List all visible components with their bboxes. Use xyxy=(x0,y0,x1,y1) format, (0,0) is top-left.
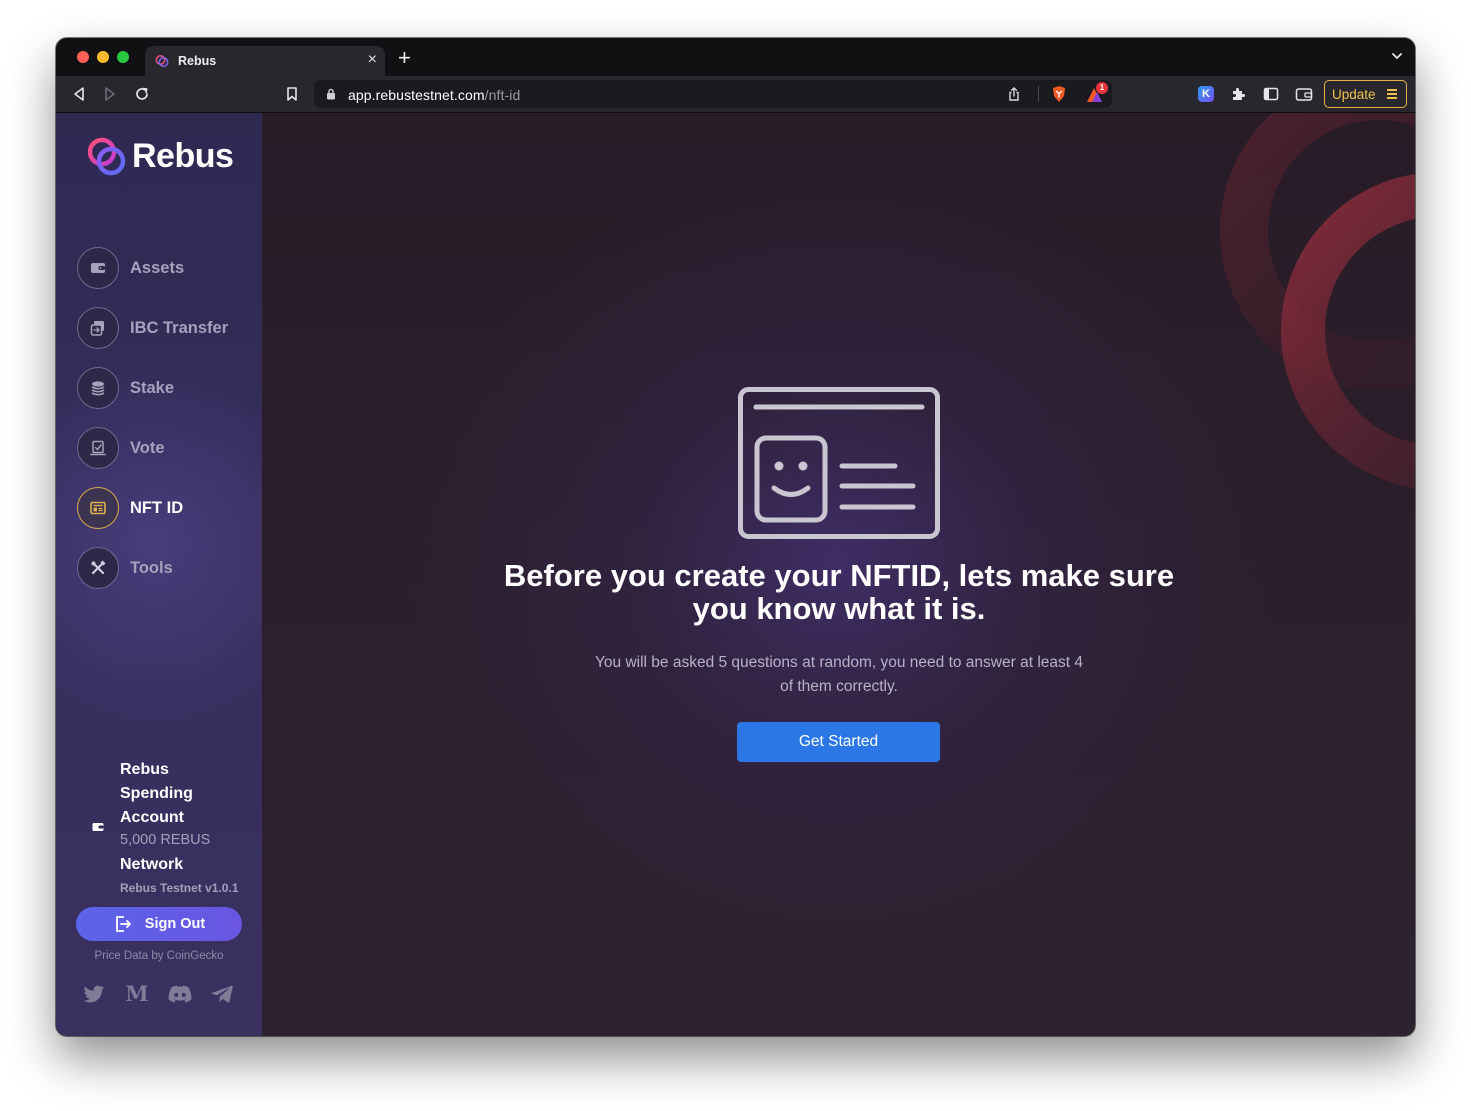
tools-icon xyxy=(91,560,106,575)
ballot-icon xyxy=(90,440,106,456)
sidebar-item-label: Tools xyxy=(130,558,173,577)
hamburger-menu-icon xyxy=(1387,89,1397,99)
nav-icon-circle xyxy=(77,247,119,289)
new-tab-button[interactable]: + xyxy=(398,47,411,69)
url-text: app.rebustestnet.com/nft-id xyxy=(348,87,521,103)
nav-icon-circle xyxy=(77,487,119,529)
browser-tab[interactable]: Rebus × xyxy=(145,46,385,76)
tab-close-icon[interactable]: × xyxy=(368,52,377,68)
account-name: Rebus Spending Account xyxy=(120,761,193,826)
wallet-icon xyxy=(91,263,105,273)
browser-window: Rebus × + app.rebustestnet.com/nft-id 1 … xyxy=(56,38,1415,1036)
sidebar-item-label: Stake xyxy=(130,378,175,397)
id-card-icon xyxy=(90,501,106,515)
sign-out-label: Sign Out xyxy=(144,916,206,932)
tab-title: Rebus xyxy=(178,54,217,68)
extensions-puzzle-icon[interactable] xyxy=(1230,86,1246,102)
transfer-icon xyxy=(90,321,104,336)
app-sidebar: Rebus Assets IBC Transfer Stake Vote NFT… xyxy=(56,113,262,1036)
lock-icon xyxy=(327,88,335,100)
rebus-favicon-icon xyxy=(155,55,169,67)
medium-icon[interactable]: M xyxy=(125,983,149,1005)
coins-icon xyxy=(91,381,105,396)
sidebar-item-assets[interactable]: Assets xyxy=(77,247,184,289)
rebus-logo-mark-icon xyxy=(87,137,126,176)
account-balance: 5,000 REBUS xyxy=(120,832,211,848)
sidebar-item-label: IBC Transfer xyxy=(130,318,229,337)
sign-out-icon xyxy=(115,916,131,932)
chevron-down-icon[interactable] xyxy=(1391,50,1403,62)
sign-out-button[interactable]: Sign Out xyxy=(76,907,242,941)
notification-badge: 1 xyxy=(1096,82,1108,94)
bookmark-icon[interactable] xyxy=(285,86,299,102)
rebus-logo[interactable]: Rebus xyxy=(86,135,234,177)
twitter-icon[interactable] xyxy=(82,983,106,1005)
sidebar-item-ibc-transfer[interactable]: IBC Transfer xyxy=(77,307,228,349)
sidebar-item-label: Assets xyxy=(130,258,185,277)
network-title: Network xyxy=(120,856,184,873)
wallet-icon[interactable] xyxy=(1295,86,1313,102)
main-content: Before you create your NFTID, lets make … xyxy=(262,113,1415,1036)
nav-icon-circle xyxy=(77,367,119,409)
sidebar-item-label: NFT ID xyxy=(130,498,184,517)
network-version: Rebus Testnet v1.0.1 xyxy=(120,881,239,895)
maximize-window-button[interactable] xyxy=(117,51,129,63)
urlbar-divider xyxy=(1038,86,1039,102)
id-card-illustration-icon xyxy=(738,387,940,539)
brave-shields-icon[interactable] xyxy=(1051,85,1067,103)
sidebar-item-tools[interactable]: Tools xyxy=(77,547,173,589)
update-button[interactable]: Update xyxy=(1324,80,1407,108)
reload-icon[interactable] xyxy=(134,86,150,102)
sidebar-toggle-icon[interactable] xyxy=(1263,86,1279,102)
nav-icon-circle xyxy=(77,307,119,349)
close-window-button[interactable] xyxy=(77,51,89,63)
tab-strip: Rebus × + xyxy=(56,38,1415,76)
account-wallet-icon xyxy=(92,823,104,831)
sidebar-item-stake[interactable]: Stake xyxy=(77,367,174,409)
discord-icon[interactable] xyxy=(168,983,192,1005)
update-label: Update xyxy=(1332,86,1376,102)
browser-toolbar: app.rebustestnet.com/nft-id 1 K Update xyxy=(56,76,1415,113)
sidebar-item-label: Vote xyxy=(130,438,165,457)
get-started-button[interactable]: Get Started xyxy=(737,722,940,762)
page-description: You will be asked 5 questions at random,… xyxy=(595,654,1083,695)
address-bar[interactable]: app.rebustestnet.com/nft-id 1 xyxy=(314,80,1112,108)
logo-text: Rebus xyxy=(132,136,234,175)
telegram-icon[interactable] xyxy=(210,983,234,1005)
price-data-credit: Price Data by CoinGecko xyxy=(94,950,224,962)
forward-arrow-icon[interactable] xyxy=(103,86,117,102)
page-headline: Before you create your NFTID, lets make … xyxy=(503,558,1175,626)
minimize-window-button[interactable] xyxy=(97,51,109,63)
nav-icon-circle xyxy=(77,547,119,589)
share-icon[interactable] xyxy=(1007,86,1021,102)
nav-icon-circle xyxy=(77,427,119,469)
back-arrow-icon[interactable] xyxy=(72,86,86,102)
k-extension-icon[interactable]: K xyxy=(1198,86,1214,102)
sidebar-item-vote[interactable]: Vote xyxy=(77,427,165,469)
medium-glyph: M xyxy=(125,981,149,1006)
sidebar-item-nft-id[interactable]: NFT ID xyxy=(77,487,183,529)
